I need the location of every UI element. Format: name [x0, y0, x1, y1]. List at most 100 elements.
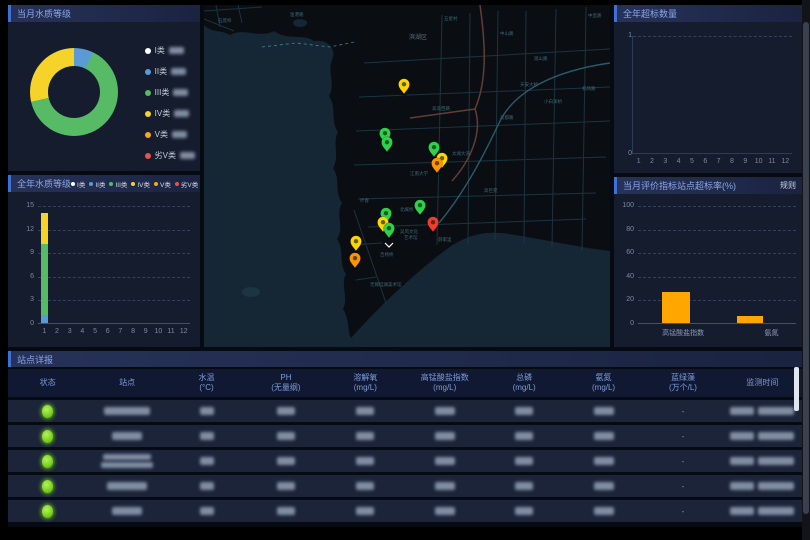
cell-algae: - [643, 482, 722, 491]
map-label: 渔港路 [290, 11, 304, 18]
table-row[interactable]: - [8, 500, 802, 522]
table-row[interactable]: - [8, 400, 802, 422]
axis-tick-label: 7 [114, 328, 127, 335]
table-header: 状态站点水温(°C)PH(无量纲)溶解氧(mg/L)高锰酸盐指数(mg/L)总磷… [8, 369, 802, 397]
map-label: 北臧桥 [400, 206, 414, 213]
column-header: 氨氮(mg/L) [564, 373, 643, 393]
legend-item[interactable]: V类 [145, 128, 195, 141]
masked-value [277, 457, 295, 465]
legend-item[interactable]: IV类 [131, 179, 150, 189]
axis-tick-label: 1 [608, 32, 632, 39]
stacked-bar-segment[interactable] [41, 315, 48, 323]
map-label: 机场路 [582, 85, 596, 92]
status-dot-normal [41, 504, 54, 519]
axis-tick-label: 12 [177, 328, 190, 335]
masked-date [730, 432, 754, 440]
masked-text [103, 454, 151, 460]
cell-algae: - [643, 407, 722, 416]
legend-label: 劣V类 [155, 150, 176, 161]
legend-value-masked [172, 131, 187, 138]
page-scrollbar[interactable] [802, 0, 810, 540]
axis-tick-label: 4 [672, 158, 685, 165]
legend-item[interactable]: III类 [145, 86, 195, 99]
axis-tick-label: 10 [752, 158, 765, 165]
table-row[interactable]: - [8, 425, 802, 447]
donut-ring[interactable] [30, 48, 118, 136]
masked-value [594, 407, 614, 415]
legend-label: V类 [160, 179, 171, 189]
donut-legend: I类 II类 III类 IV类 V类劣V类 [145, 44, 195, 170]
axis-tick-label: 2 [51, 328, 64, 335]
map-label: 吉杨桥 [380, 251, 394, 258]
cell-value [484, 507, 563, 515]
legend-value-masked [174, 110, 189, 117]
legend-item[interactable]: I类 [145, 44, 195, 57]
cell-value [167, 507, 246, 515]
table-scrollbar-thumb[interactable] [794, 367, 799, 411]
rate-bar[interactable] [662, 292, 690, 323]
masked-value [515, 457, 533, 465]
masked-value [200, 407, 214, 415]
legend-item[interactable]: I类 [71, 179, 85, 189]
stacked-bar-segment[interactable] [41, 213, 48, 244]
map[interactable]: 石庞桥渔港路五星村滨湖区中山路观山路中直路天安大桥机场路小白洋桥高浪西路吴都路太… [204, 5, 610, 347]
page-scrollbar-thumb[interactable] [803, 22, 809, 514]
masked-date [730, 507, 754, 515]
panel-stations: 站点详报 状态站点水温(°C)PH(无量纲)溶解氧(mg/L)高锰酸盐指数(mg… [8, 351, 802, 527]
legend-item[interactable]: V类 [154, 179, 171, 189]
column-unit: (mg/L) [326, 383, 405, 393]
column-unit: (万个/L) [643, 383, 722, 393]
map-label: 石庞桥 [218, 17, 232, 24]
yearly-xticks: 123456789101112 [38, 328, 190, 335]
column-name: 高锰酸盐指数 [405, 373, 484, 383]
axis-tick-label: 11 [165, 328, 178, 335]
masked-text [101, 462, 153, 468]
axis-tick-label: 40 [610, 273, 634, 280]
cell-value [564, 407, 643, 415]
cell-value [246, 482, 325, 490]
column-header: 监测时间 [723, 378, 802, 388]
status-dot-normal [41, 479, 54, 494]
axis-tick-label: 80 [610, 226, 634, 233]
legend-dot [145, 69, 151, 75]
map-label: 无锡硅湖美术馆 [370, 281, 402, 288]
rate-bar[interactable] [737, 316, 763, 323]
axis-category-label: 氨氮 [764, 328, 778, 338]
algae-value: - [682, 482, 685, 491]
legend-item[interactable]: II类 [89, 179, 105, 189]
axis-tick-label: 20 [610, 296, 634, 303]
legend-dot [71, 182, 75, 186]
cell-value [484, 407, 563, 415]
column-header: 状态 [8, 378, 87, 388]
map-label: 中山路 [500, 30, 514, 37]
masked-value [356, 507, 374, 515]
map-label: 吴都路 [500, 114, 514, 121]
panel-year-quality: 全年水质等级 I类II类III类IV类V类劣V类 15129630 123456… [8, 175, 200, 347]
masked-value [277, 507, 295, 515]
cell-value [167, 482, 246, 490]
axis-tick-label: 10 [152, 328, 165, 335]
legend-item[interactable]: 劣V类 [175, 179, 198, 189]
masked-value [356, 482, 374, 490]
gridline [38, 230, 190, 231]
column-name: 监测时间 [723, 378, 802, 388]
yearly-legend: I类 II类 III类 IV类 V类劣V类 [71, 179, 198, 189]
legend-item[interactable]: IV类 [145, 107, 195, 120]
stacked-bar-segment[interactable] [41, 244, 48, 315]
legend-label: III类 [155, 87, 170, 98]
rules-link[interactable]: 规则 [780, 180, 796, 191]
legend-value-masked [171, 68, 186, 75]
legend-item[interactable]: III类 [109, 179, 127, 189]
table-row[interactable]: - [8, 475, 802, 497]
column-unit: (无量纲) [246, 383, 325, 393]
legend-item[interactable]: 劣V类 [145, 149, 195, 162]
map-channel [293, 19, 307, 27]
legend-value-masked [169, 47, 184, 54]
gridline [638, 230, 796, 231]
map-island [242, 287, 260, 297]
panel-title: 全年超标数量 [623, 7, 677, 20]
table-title-bar: 站点详报 [8, 351, 802, 367]
legend-item[interactable]: II类 [145, 65, 195, 78]
masked-value [515, 482, 533, 490]
table-row[interactable]: - [8, 450, 802, 472]
